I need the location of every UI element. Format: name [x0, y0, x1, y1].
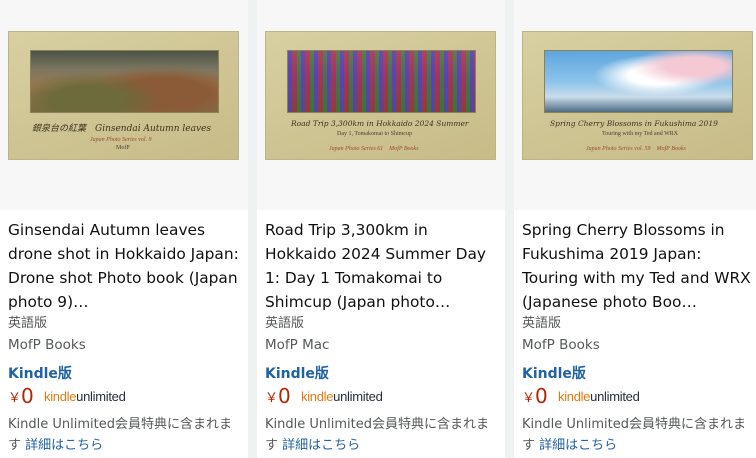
cover-series: Japan Photo Series vol. 59 MofP Books: [586, 146, 686, 152]
cover-title: Spring Cherry Blossoms in Fukushima 2019: [550, 119, 718, 128]
language-label: 英語版: [265, 316, 305, 331]
product-image-area[interactable]: 銀泉台の紅葉 Ginsendai Autumn leaves Japan Pho…: [0, 0, 248, 210]
cover-title: Road Trip 3,300km in Hokkaido 2024 Summe…: [291, 119, 469, 128]
cover-subtitle: Touring with my Ted and WRX: [602, 131, 679, 137]
format-link[interactable]: Kindle版: [522, 363, 586, 383]
product-card: 銀泉台の紅葉 Ginsendai Autumn leaves Japan Pho…: [0, 0, 248, 458]
unlimited-note: Kindle Unlimited会員特典に含まれます 詳細はこちら: [8, 417, 232, 453]
kindle-unlimited-logo: kindleunlimited: [44, 389, 126, 404]
cover-title: 銀泉台の紅葉 Ginsendai Autumn leaves: [32, 124, 211, 134]
cover-series: Japan Photo Series vol. 9: [90, 137, 152, 143]
product-image-area[interactable]: Spring Cherry Blossoms in Fukushima 2019…: [514, 0, 756, 210]
price-amount: 0: [21, 384, 34, 408]
price[interactable]: ￥0: [8, 384, 34, 410]
unlimited-note: Kindle Unlimited会員特典に含まれます 詳細はこちら: [265, 417, 489, 453]
author-name: MofP Books: [8, 337, 86, 353]
card-gap: [505, 0, 514, 458]
cover-series: Japan Photo Series 61 MofP Books: [329, 146, 419, 152]
cover-photo: [544, 50, 733, 113]
price-amount: 0: [535, 384, 548, 408]
product-title-link[interactable]: Road Trip 3,300km in Hokkaido 2024 Summe…: [265, 218, 501, 314]
price-amount: 0: [278, 384, 291, 408]
currency-symbol: ￥: [8, 391, 22, 406]
currency-symbol: ￥: [265, 391, 279, 406]
language-label: 英語版: [8, 316, 48, 331]
product-card: Road Trip 3,300km in Hokkaido 2024 Summe…: [257, 0, 505, 458]
book-cover[interactable]: Spring Cherry Blossoms in Fukushima 2019…: [522, 31, 753, 160]
details-link[interactable]: 詳細はこちら: [25, 438, 103, 453]
price[interactable]: ￥0: [522, 384, 548, 410]
unlimited-note: Kindle Unlimited会員特典に含まれます 詳細はこちら: [522, 417, 746, 453]
author-name: MofP Mac: [265, 337, 330, 353]
product-card: Spring Cherry Blossoms in Fukushima 2019…: [514, 0, 756, 458]
author-name: MofP Books: [522, 337, 600, 353]
price[interactable]: ￥0: [265, 384, 291, 410]
product-image-area[interactable]: Road Trip 3,300km in Hokkaido 2024 Summe…: [257, 0, 505, 210]
format-link[interactable]: Kindle版: [8, 363, 72, 383]
kindle-unlimited-logo: kindleunlimited: [301, 389, 383, 404]
card-gap: [248, 0, 257, 458]
book-cover[interactable]: Road Trip 3,300km in Hokkaido 2024 Summe…: [265, 31, 496, 160]
cover-photo: [30, 50, 219, 113]
book-cover[interactable]: 銀泉台の紅葉 Ginsendai Autumn leaves Japan Pho…: [8, 31, 239, 160]
cover-photo: [287, 50, 476, 113]
currency-symbol: ￥: [522, 391, 536, 406]
cover-publisher: MofP: [116, 145, 130, 151]
kindle-unlimited-logo: kindleunlimited: [558, 389, 640, 404]
cover-subtitle: Day 1, Tomakomai to Shimcup: [337, 131, 412, 137]
details-link[interactable]: 詳細はこちら: [282, 438, 360, 453]
format-link[interactable]: Kindle版: [265, 363, 329, 383]
language-label: 英語版: [522, 316, 562, 331]
product-title-link[interactable]: Ginsendai Autumn leaves drone shot in Ho…: [8, 218, 244, 314]
product-title-link[interactable]: Spring Cherry Blossoms in Fukushima 2019…: [522, 218, 756, 314]
details-link[interactable]: 詳細はこちら: [539, 438, 617, 453]
